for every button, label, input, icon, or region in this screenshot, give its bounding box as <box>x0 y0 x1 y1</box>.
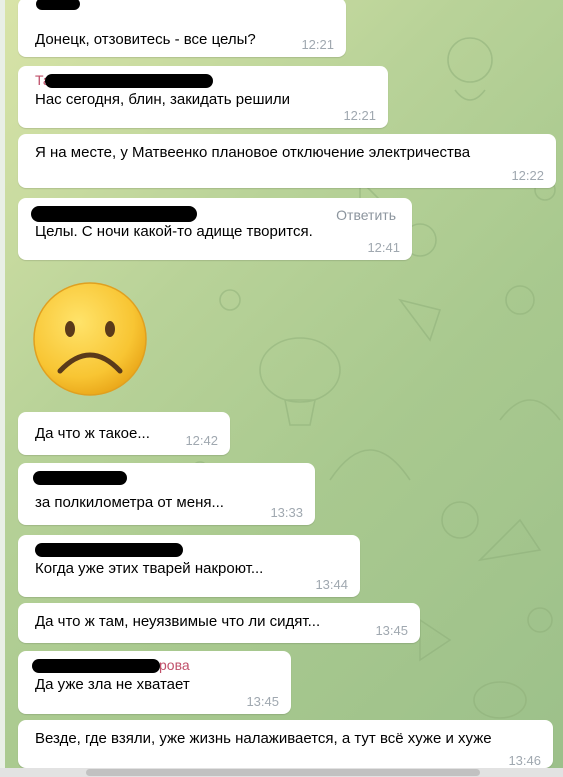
message-time: 12:21 <box>343 108 376 123</box>
sad-face-emoji[interactable] <box>32 281 148 397</box>
message-text: Везде, где взяли, уже жизнь налаживается… <box>35 730 492 747</box>
redacted-sender-name <box>36 0 80 10</box>
message-time: 12:42 <box>185 433 218 448</box>
message-time: 13:45 <box>246 694 279 709</box>
left-edge-strip <box>0 0 5 768</box>
redacted-sender-name <box>32 659 160 673</box>
sender-row <box>35 541 348 559</box>
redacted-sender-name <box>33 471 127 485</box>
message-text: Целы. С ночи какой-то адище творится. <box>35 223 313 240</box>
message-time: 13:33 <box>270 505 303 520</box>
scrollbar-thumb[interactable] <box>86 769 480 776</box>
message-text: за полкилометра от меня... <box>35 494 224 511</box>
message-text: Когда уже этих тварей накроют... <box>35 560 264 577</box>
message-bubble[interactable]: Донецк, отзовитесь - все целы? 12:21 <box>18 0 346 57</box>
message-text: Донецк, отзовитесь - все целы? <box>35 31 256 48</box>
message-time: 12:41 <box>367 240 400 255</box>
message-text: Нас сегодня, блин, закидать решили <box>35 91 291 108</box>
message-time: 13:44 <box>315 577 348 592</box>
message-text: Да что ж там, неуязвимые что ли сидят... <box>35 613 321 630</box>
message-bubble[interactable]: Я на месте, у Матвеенко плановое отключе… <box>18 134 556 188</box>
redacted-sender-name <box>31 206 197 222</box>
message-bubble[interactable]: Тат Нас сегодня, блин, закидать решили 1… <box>18 66 388 128</box>
message-bubble[interactable]: Везде, где взяли, уже жизнь налаживается… <box>18 720 553 768</box>
sender-row <box>33 469 303 487</box>
sender-row: рова <box>32 657 279 675</box>
message-text: Я на месте, у Матвеенко плановое отключе… <box>35 144 471 161</box>
message-time: 12:21 <box>301 37 334 52</box>
message-bubble[interactable]: Да что ж такое... 12:42 <box>18 412 230 455</box>
message-text: Да уже зла не хватает <box>35 676 190 693</box>
message-bubble[interactable]: Ответить Целы. С ночи какой-то адище тво… <box>18 198 412 260</box>
message-bubble[interactable]: Когда уже этих тварей накроют... 13:44 <box>18 535 360 597</box>
message-bubble[interactable]: за полкилометра от меня... 13:33 <box>18 463 315 525</box>
message-time: 12:22 <box>511 168 544 183</box>
redacted-sender-name <box>45 74 213 88</box>
redacted-sender-name <box>35 543 183 557</box>
message-bubble[interactable]: рова Да уже зла не хватает 13:45 <box>18 651 291 714</box>
sender-name: рова <box>159 657 190 673</box>
message-time: 13:45 <box>375 623 408 638</box>
reply-button[interactable]: Ответить <box>336 207 396 223</box>
message-time: 13:46 <box>508 753 541 768</box>
horizontal-scrollbar[interactable] <box>0 768 563 777</box>
sender-row: Тат <box>35 72 376 90</box>
message-bubble[interactable]: Да что ж там, неуязвимые что ли сидят...… <box>18 603 420 643</box>
